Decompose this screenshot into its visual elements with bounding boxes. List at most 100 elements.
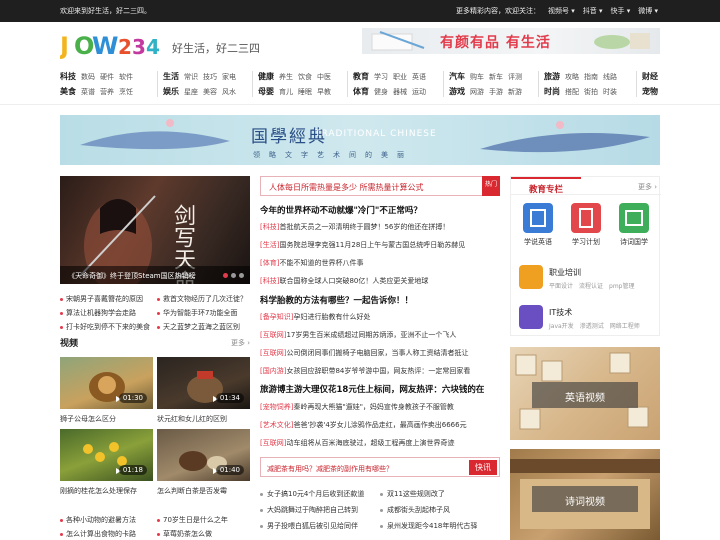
nav-subcategory-link[interactable]: 早教 <box>317 87 331 97</box>
featured-slider[interactable]: 剑写天命 《天命奇御》终于登顶Steam国区热销榜 <box>60 176 250 284</box>
news-item[interactable]: [生活]国务院总理李克强11月28日上午与蒙古国总统呼日勒苏赫见 <box>260 240 500 250</box>
list-item[interactable]: 华为智能手环7功能全面 <box>157 308 254 318</box>
slider-dot[interactable] <box>223 273 228 278</box>
edu-item-english[interactable]: 学说英语 <box>515 203 561 247</box>
news-tag[interactable]: [科技] <box>260 277 279 285</box>
nav-subcategory-link[interactable]: 运动 <box>412 87 426 97</box>
nav-subcategory-link[interactable]: 职业 <box>393 72 407 82</box>
news-item[interactable]: [艺术文化]爸爸'抄袭'4岁女儿涂鸦作品走红，最高画作卖出6666元 <box>260 420 500 430</box>
news-text[interactable]: 今年的世界杯动不动就爆"冷门"不正常吗？ <box>260 206 422 216</box>
nav-category-link[interactable]: 母婴 <box>258 86 274 97</box>
news-tag[interactable]: [互联网] <box>260 439 286 447</box>
nav-category-link[interactable]: 健康 <box>258 71 274 82</box>
video-card[interactable]: 01:30 狮子公母怎么区分 <box>60 357 153 424</box>
list-item[interactable]: 成都街头刮起柿子风 <box>380 505 500 515</box>
nav-subcategory-link[interactable]: 器械 <box>393 87 407 97</box>
list-item[interactable]: 怎么计算出食物的卡路 <box>60 529 157 539</box>
news-tag[interactable]: [艺术文化] <box>260 421 293 429</box>
nav-subcategory-link[interactable]: 菜谱 <box>81 87 95 97</box>
news-tag[interactable]: [互联网] <box>260 349 286 357</box>
nav-category-link[interactable]: 汽车 <box>449 71 465 82</box>
follow-douyin-link[interactable]: 抖音 ▾ <box>583 6 603 16</box>
news-headline[interactable]: 科学胎教的方法有哪些？一起告诉你！！ <box>260 294 500 306</box>
news-tag[interactable]: [备孕知识] <box>260 313 293 321</box>
news-text[interactable]: 动车组将从百米海底驶过，超级工程再度上演世界奇迹 <box>286 439 454 447</box>
follow-weibo-link[interactable]: 微博 ▾ <box>638 6 658 16</box>
nav-category-link[interactable]: 体育 <box>353 86 369 97</box>
guoxue-banner[interactable]: 国學經典 TRADITIONAL CHINESE 领略文字艺术间的美丽 <box>60 115 660 165</box>
news-item[interactable]: [互联网]17岁男生百米成绩超过同期苏炳添，亚洲不止一个飞人 <box>260 330 500 340</box>
nav-category-link[interactable]: 财经 <box>642 71 658 82</box>
nav-subcategory-link[interactable]: 时装 <box>603 87 617 97</box>
list-item[interactable]: 女子搞10元4个月后收到还款道 <box>260 489 380 499</box>
nav-subcategory-link[interactable]: 学习 <box>374 72 388 82</box>
news-item[interactable]: [互联网]公司倒闭同事们搬椅子电脑回家，当事人称工资结清者抵让 <box>260 348 500 358</box>
news-tag[interactable]: [科技] <box>260 223 279 231</box>
news-item[interactable]: [国内游]女孩回应辞职带84岁爷爷游中国，网友热评：一定常回家看 <box>260 366 500 376</box>
nav-category-link[interactable]: 旅游 <box>544 71 560 82</box>
list-item[interactable]: 救首文物经历了几次迁徙？ <box>157 294 254 304</box>
news-text[interactable]: 秦岭再现大熊猫"遛娃"，妈妈宣传身教孩子不服管教 <box>293 403 453 411</box>
news-text[interactable]: 科学胎教的方法有哪些？一起告诉你！！ <box>260 296 413 306</box>
nav-subcategory-link[interactable]: 健身 <box>374 87 388 97</box>
nav-subcategory-link[interactable]: 常识 <box>184 72 198 82</box>
nav-subcategory-link[interactable]: 风水 <box>222 87 236 97</box>
news-text[interactable]: 不能不知道的世界杯八件事 <box>279 259 363 267</box>
edu-item-it[interactable]: IT技术 Java开发 渗透测试 网络工程师 <box>519 305 659 333</box>
news-item[interactable]: [宠物饲养]秦岭再现大熊猫"遛娃"，妈妈宣传身教孩子不服管教 <box>260 402 500 412</box>
list-item[interactable]: 各种小动物的避暑方法 <box>60 515 157 525</box>
nav-subcategory-link[interactable]: 星座 <box>184 87 198 97</box>
nav-subcategory-link[interactable]: 烹饪 <box>119 87 133 97</box>
video-card[interactable]: 01:34 状元红和女儿红的区别 <box>157 357 250 424</box>
nav-subcategory-link[interactable]: 评测 <box>508 72 522 82</box>
nav-subcategory-link[interactable]: 家电 <box>222 72 236 82</box>
nav-subcategory-link[interactable]: 睡眠 <box>298 87 312 97</box>
nav-subcategory-link[interactable]: 中医 <box>317 72 331 82</box>
diet-tea-bar[interactable]: 减肥茶有用吗？减肥茶的副作用有哪些？ 快讯 <box>260 457 500 477</box>
news-tag[interactable]: [体育] <box>260 259 279 267</box>
news-text[interactable]: 旅游博主游大理仅花18元住上标间，网友热评：六块钱的在 <box>260 385 484 395</box>
nav-category-link[interactable]: 游戏 <box>449 86 465 97</box>
news-tag[interactable]: [宠物饲养] <box>260 403 293 411</box>
news-tag[interactable]: [互联网] <box>260 331 286 339</box>
slider-dot[interactable] <box>231 273 236 278</box>
edu-item-plan[interactable]: 学习计划 <box>563 203 609 247</box>
nav-category-link[interactable]: 娱乐 <box>163 86 179 97</box>
video-more-link[interactable]: 更多 › <box>231 338 250 348</box>
list-item[interactable]: 草莓奶茶怎么做 <box>157 529 254 539</box>
news-text[interactable]: 女孩回应辞职带84岁爷爷游中国，网友热评：一定常回家看 <box>286 367 470 375</box>
nav-subcategory-link[interactable]: 购车 <box>470 72 484 82</box>
nav-subcategory-link[interactable]: 育儿 <box>279 87 293 97</box>
poetry-video-card[interactable]: 诗词视频 <box>510 449 660 540</box>
nav-subcategory-link[interactable]: 数码 <box>81 72 95 82</box>
list-item[interactable]: 天之蓝梦之蓝海之蓝区别 <box>157 322 254 332</box>
follow-kuaishou-link[interactable]: 快手 ▾ <box>611 6 631 16</box>
list-item[interactable]: 泉州发现距今418年明代古驿 <box>380 521 500 531</box>
nav-subcategory-link[interactable]: 美容 <box>203 87 217 97</box>
edu-item-poetry[interactable]: 诗词国学 <box>611 203 657 247</box>
video-card[interactable]: 01:18 刚摘的桂花怎么处理保存 <box>60 429 153 496</box>
nav-subcategory-link[interactable]: 技巧 <box>203 72 217 82</box>
news-text[interactable]: 首批航天员之一邓清明终于圆梦！56岁的他还在拼搏！ <box>279 223 449 231</box>
list-item[interactable]: 打卡好吃到停不下来的美食 <box>60 322 157 332</box>
news-tag[interactable]: [国内游] <box>260 367 286 375</box>
nav-subcategory-link[interactable]: 营养 <box>100 87 114 97</box>
nav-subcategory-link[interactable]: 新车 <box>489 72 503 82</box>
top-ad-banner[interactable]: 有颜有品 有生活 <box>362 28 660 54</box>
flash-news-button[interactable]: 快讯 <box>469 460 497 475</box>
news-item[interactable]: [科技]联合国称全球人口突破80亿！人类应更关爱地球 <box>260 276 500 286</box>
nav-subcategory-link[interactable]: 英语 <box>412 72 426 82</box>
site-logo[interactable]: J O W 2 3 4 <box>60 30 168 60</box>
news-item[interactable]: [体育]不能不知道的世界杯八件事 <box>260 258 500 268</box>
news-headline[interactable]: 旅游博主游大理仅花18元住上标间，网友热评：六块钱的在 <box>260 383 500 395</box>
nav-subcategory-link[interactable]: 养生 <box>279 72 293 82</box>
edu-item-career[interactable]: 职业培训 平面设计 流程认证 pmp管理 <box>519 265 659 293</box>
video-card[interactable]: 01:40 怎么判断白茶是否发霉 <box>157 429 250 496</box>
list-item[interactable]: 大妈跳舞过于陶醉把自己转到 <box>260 505 380 515</box>
nav-subcategory-link[interactable]: 街拍 <box>584 87 598 97</box>
slider-caption[interactable]: 《天命奇御》终于登顶Steam国区热销榜 <box>60 266 250 284</box>
list-item[interactable]: 男子投喂白狐后被引见给同伴 <box>260 521 380 531</box>
list-item[interactable]: 宋朝男子喜戴簪花的原因 <box>60 294 157 304</box>
news-item[interactable]: [备孕知识]孕妇进行胎教有什么好处 <box>260 312 500 322</box>
nav-subcategory-link[interactable]: 饮食 <box>298 72 312 82</box>
